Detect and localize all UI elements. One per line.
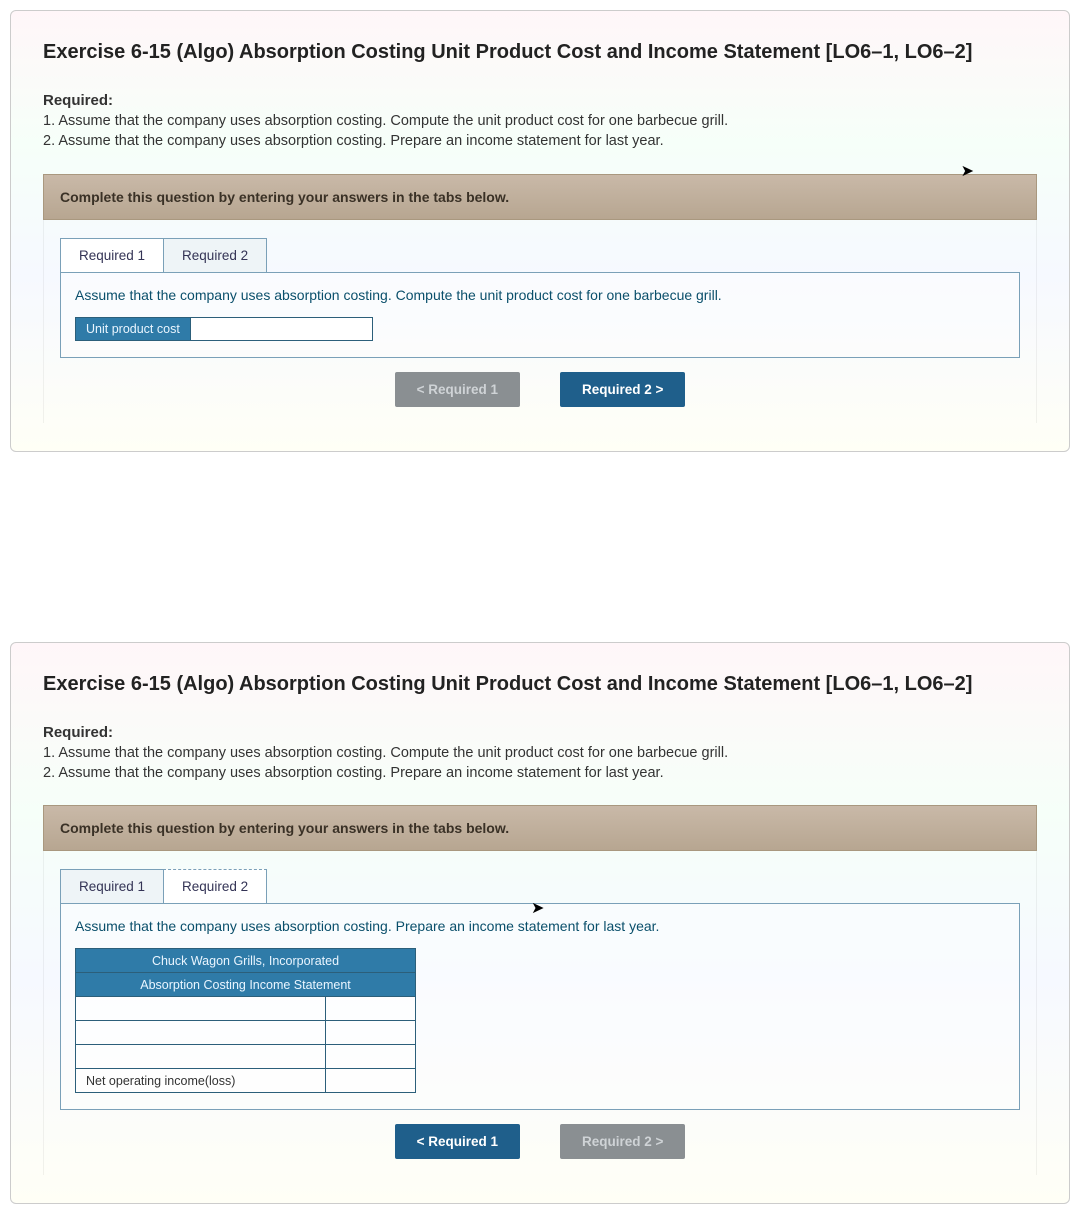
panel2-description: Assume that the company uses absorption … [75,918,1005,934]
prev-button-disabled: < Required 1 [395,372,520,407]
tab-required-1[interactable]: Required 1 [60,869,164,903]
income-value-input-3[interactable] [336,1074,405,1088]
tab-required-1[interactable]: Required 1 [60,238,164,272]
table-row: Net operating income(loss) [76,1069,416,1093]
tab-required-2[interactable]: Required 2 [163,238,267,272]
required-list: 1. Assume that the company uses absorpti… [43,111,1037,152]
nav-row: < Required 1 Required 2 > [60,372,1020,407]
income-statement-table: Chuck Wagon Grills, Incorporated Absorpt… [75,948,416,1093]
table-row [76,997,416,1021]
income-value-input-0[interactable] [336,1002,405,1016]
next-button-disabled: Required 2 > [560,1124,685,1159]
required-heading: Required: [43,724,1037,741]
income-label-input-1[interactable] [86,1026,315,1040]
instruction-bar: Complete this question by entering your … [43,805,1037,851]
income-header-title: Absorption Costing Income Statement [76,973,416,997]
tabs: Required 1 Required 2 [60,869,1020,903]
unit-cost-input-cell[interactable] [190,317,372,340]
required-heading: Required: [43,92,1037,109]
table-row [76,1021,416,1045]
income-label-input-0[interactable] [86,1002,315,1016]
required-item-2: 2. Assume that the company uses absorpti… [43,131,1037,151]
unit-cost-table: Unit product cost [75,317,373,341]
income-header-company: Chuck Wagon Grills, Incorporated [76,949,416,973]
required-list: 1. Assume that the company uses absorpti… [43,743,1037,784]
unit-cost-input[interactable] [201,322,362,336]
panel1-description: Assume that the company uses absorption … [75,287,1005,303]
exercise-title: Exercise 6-15 (Algo) Absorption Costing … [43,673,1037,696]
required-item-2: 2. Assume that the company uses absorpti… [43,763,1037,783]
income-value-input-2[interactable] [336,1050,405,1064]
next-button[interactable]: Required 2 > [560,372,685,407]
instruction-bar: Complete this question by entering your … [43,174,1037,220]
tab-panel-required-1: Assume that the company uses absorption … [60,272,1020,358]
required-item-1: 1. Assume that the company uses absorpti… [43,743,1037,763]
income-value-input-1[interactable] [336,1026,405,1040]
prev-button[interactable]: < Required 1 [395,1124,520,1159]
exercise-card-1: ➤ Exercise 6-15 (Algo) Absorption Costin… [10,10,1070,452]
table-row [76,1045,416,1069]
tab-panel-required-2: Assume that the company uses absorption … [60,903,1020,1110]
unit-cost-label: Unit product cost [76,317,191,340]
tabs: Required 1 Required 2 [60,238,1020,272]
required-item-1: 1. Assume that the company uses absorpti… [43,111,1037,131]
income-label-input-2[interactable] [86,1050,315,1064]
exercise-title: Exercise 6-15 (Algo) Absorption Costing … [43,41,1037,64]
income-label-noi: Net operating income(loss) [76,1069,326,1093]
exercise-card-2: ➤ Exercise 6-15 (Algo) Absorption Costin… [10,642,1070,1205]
tab-required-2[interactable]: Required 2 [163,869,267,903]
nav-row: < Required 1 Required 2 > [60,1124,1020,1159]
